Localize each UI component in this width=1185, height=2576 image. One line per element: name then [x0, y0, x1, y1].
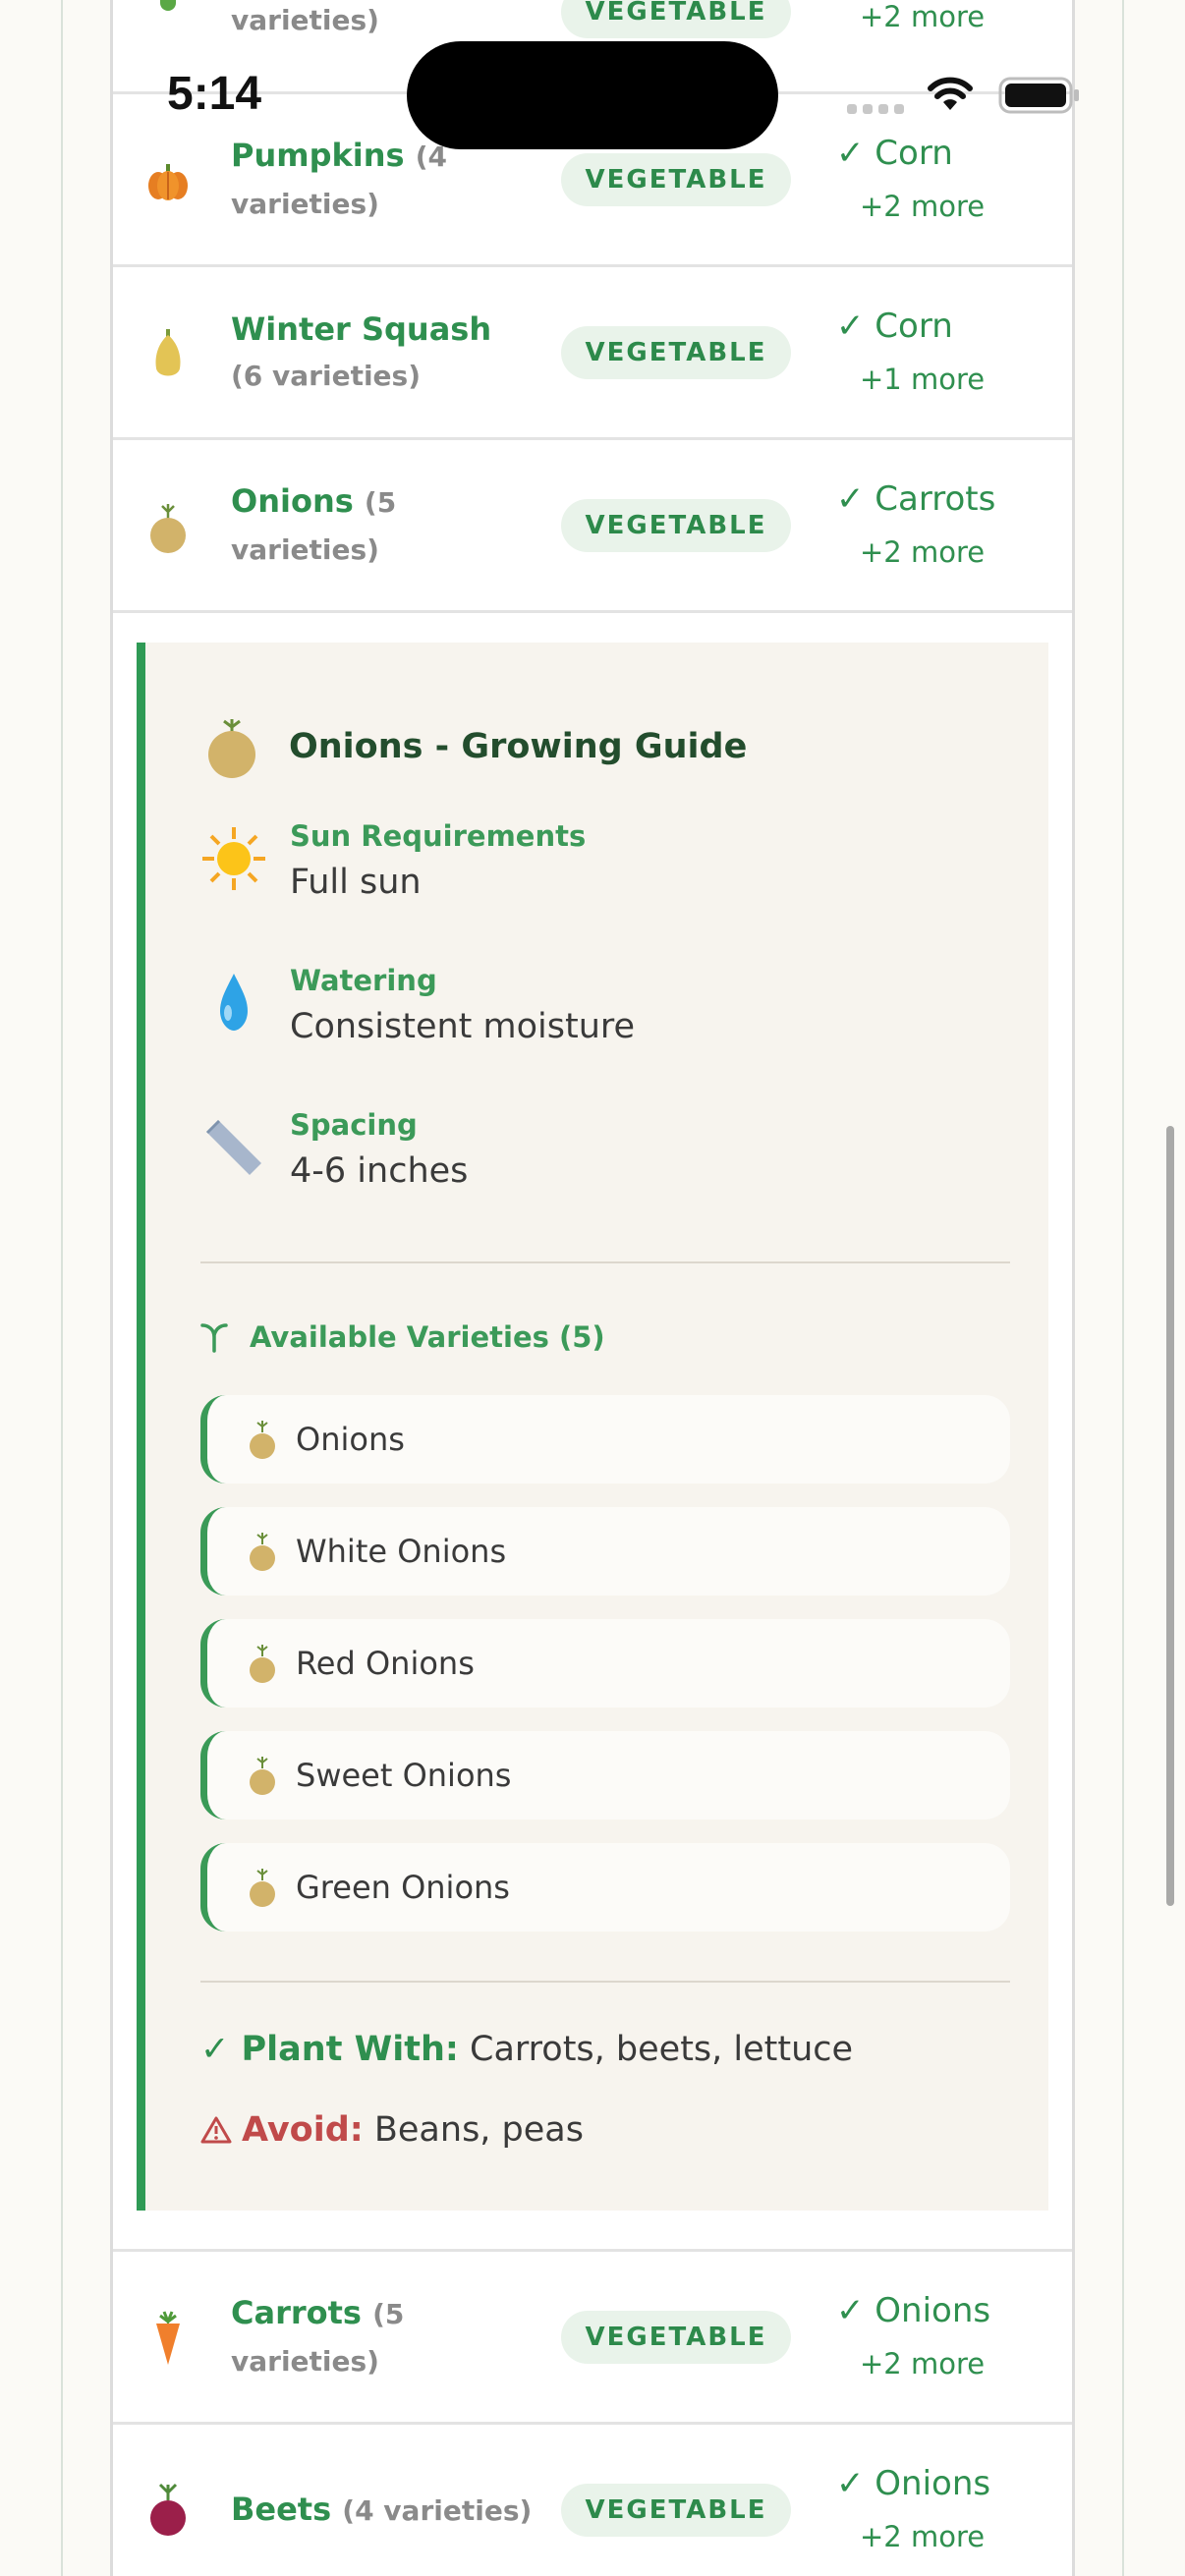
variety-name: Onions	[296, 1421, 405, 1458]
warning-icon	[200, 2116, 232, 2144]
companion-more: +2 more	[860, 534, 986, 569]
companion-cell: ✓ Onions +2 more	[836, 2457, 1062, 2563]
avoid-label: Avoid:	[242, 2110, 364, 2150]
growing-guide-panel: Onions - Growing Guide Sun Requirements …	[113, 613, 1072, 2252]
sun-value: Full sun	[290, 863, 422, 902]
water-drop-icon	[220, 974, 248, 1031]
onion-icon	[250, 1645, 275, 1683]
table-row[interactable]: Winter Squash (6 varieties) VEGETABLE ✓ …	[113, 267, 1072, 440]
plant-name: Carrots (5 varieties)	[231, 2293, 405, 2378]
variety-name: Green Onions	[296, 1869, 510, 1906]
plant-with-value: Carrots, beets, lettuce	[470, 2030, 854, 2069]
companion-cell: ✓ Carrots +2 more	[836, 473, 1062, 579]
beet-icon	[150, 2483, 186, 2536]
variety-item[interactable]: White Onions	[200, 1507, 1010, 1596]
battery-icon	[998, 77, 1079, 114]
avoid-value: Beans, peas	[373, 2110, 584, 2150]
companion-cell: ✓ Corn +1 more	[836, 300, 1062, 406]
growing-guide-card: Onions - Growing Guide Sun Requirements …	[137, 643, 1048, 2211]
variety-item[interactable]: Onions	[200, 1395, 1010, 1484]
sun-label: Sun Requirements	[290, 819, 587, 853]
sun-requirement: Sun Requirements Full sun	[200, 819, 987, 937]
watering-label: Watering	[290, 964, 437, 997]
companion-main: ✓ Carrots	[836, 478, 996, 519]
onion-icon	[208, 719, 255, 778]
companion-more: +2 more	[860, 2519, 986, 2553]
category-badge: VEGETABLE	[561, 325, 791, 379]
onion-icon	[250, 1869, 275, 1907]
wifi-icon	[928, 77, 973, 110]
sprout-icon	[200, 1323, 228, 1353]
table-row[interactable]: Onions (5 varieties) VEGETABLE ✓ Carrots…	[113, 440, 1072, 613]
variety-name: Sweet Onions	[296, 1757, 512, 1794]
category-badge: VEGETABLE	[561, 2310, 791, 2364]
dynamic-island	[407, 41, 778, 149]
companion-main: ✓ Onions	[836, 2290, 991, 2330]
variety-item[interactable]: Sweet Onions	[200, 1731, 1010, 1820]
onion-icon	[250, 1533, 275, 1571]
plant-name: Onions (5 varieties)	[231, 481, 397, 566]
variety-name: Red Onions	[296, 1645, 475, 1682]
avoid-line: Avoid: Beans, peas	[200, 2110, 584, 2150]
companion-main: ✓ Corn	[836, 306, 953, 346]
screen: { "status_bar": { "time": "5:14" }, "row…	[0, 0, 1185, 2576]
onion-icon	[250, 1757, 275, 1795]
category-badge: VEGETABLE	[561, 498, 791, 552]
variety-item[interactable]: Red Onions	[200, 1619, 1010, 1708]
watering-requirement: Watering Consistent moisture	[200, 964, 987, 1082]
varieties-heading: Available Varieties (5)	[200, 1320, 605, 1354]
plant-with-line: ✓ Plant With: Carrots, beets, lettuce	[200, 2030, 853, 2069]
companion-more: +2 more	[860, 189, 986, 223]
ruler-icon	[206, 1120, 261, 1175]
varieties-heading-text: Available Varieties (5)	[250, 1320, 605, 1354]
variety-name: White Onions	[296, 1533, 507, 1570]
divider	[200, 1261, 1010, 1263]
squash-icon	[155, 328, 181, 375]
spacing-value: 4-6 inches	[290, 1151, 469, 1191]
companion-cell: ✓ Onions +2 more	[836, 2284, 1062, 2390]
status-bar: 5:14	[0, 0, 1185, 187]
status-time: 5:14	[167, 68, 262, 120]
spacing-label: Spacing	[290, 1108, 418, 1142]
watering-value: Consistent moisture	[290, 1007, 636, 1046]
guide-title: Onions - Growing Guide	[289, 727, 748, 766]
plant-table: varieties) VEGETABLE +2 more Pumpkins (4…	[110, 0, 1075, 2576]
companion-more: +2 more	[860, 2346, 986, 2380]
spacing-requirement: Spacing 4-6 inches	[200, 1108, 987, 1226]
plant-with-label: ✓ Plant With:	[200, 2030, 459, 2069]
divider	[200, 1981, 1010, 1983]
category-badge: VEGETABLE	[561, 2483, 791, 2537]
carrot-icon	[156, 2310, 180, 2365]
plant-name: Beets (4 varieties)	[231, 2490, 533, 2528]
onion-icon	[150, 503, 186, 553]
table-row[interactable]: Beets (4 varieties) VEGETABLE ✓ Onions +…	[113, 2425, 1072, 2576]
scrollbar[interactable]	[1166, 1126, 1174, 1906]
table-row[interactable]: Carrots (5 varieties) VEGETABLE ✓ Onions…	[113, 2252, 1072, 2425]
companion-more: +1 more	[860, 362, 986, 396]
onion-icon	[250, 1421, 275, 1459]
variety-item[interactable]: Green Onions	[200, 1843, 1010, 1932]
cellular-signal-icon	[847, 104, 904, 114]
companion-main: ✓ Onions	[836, 2463, 991, 2503]
plant-name: Winter Squash (6 varieties)	[231, 309, 492, 392]
sun-icon	[202, 827, 265, 890]
